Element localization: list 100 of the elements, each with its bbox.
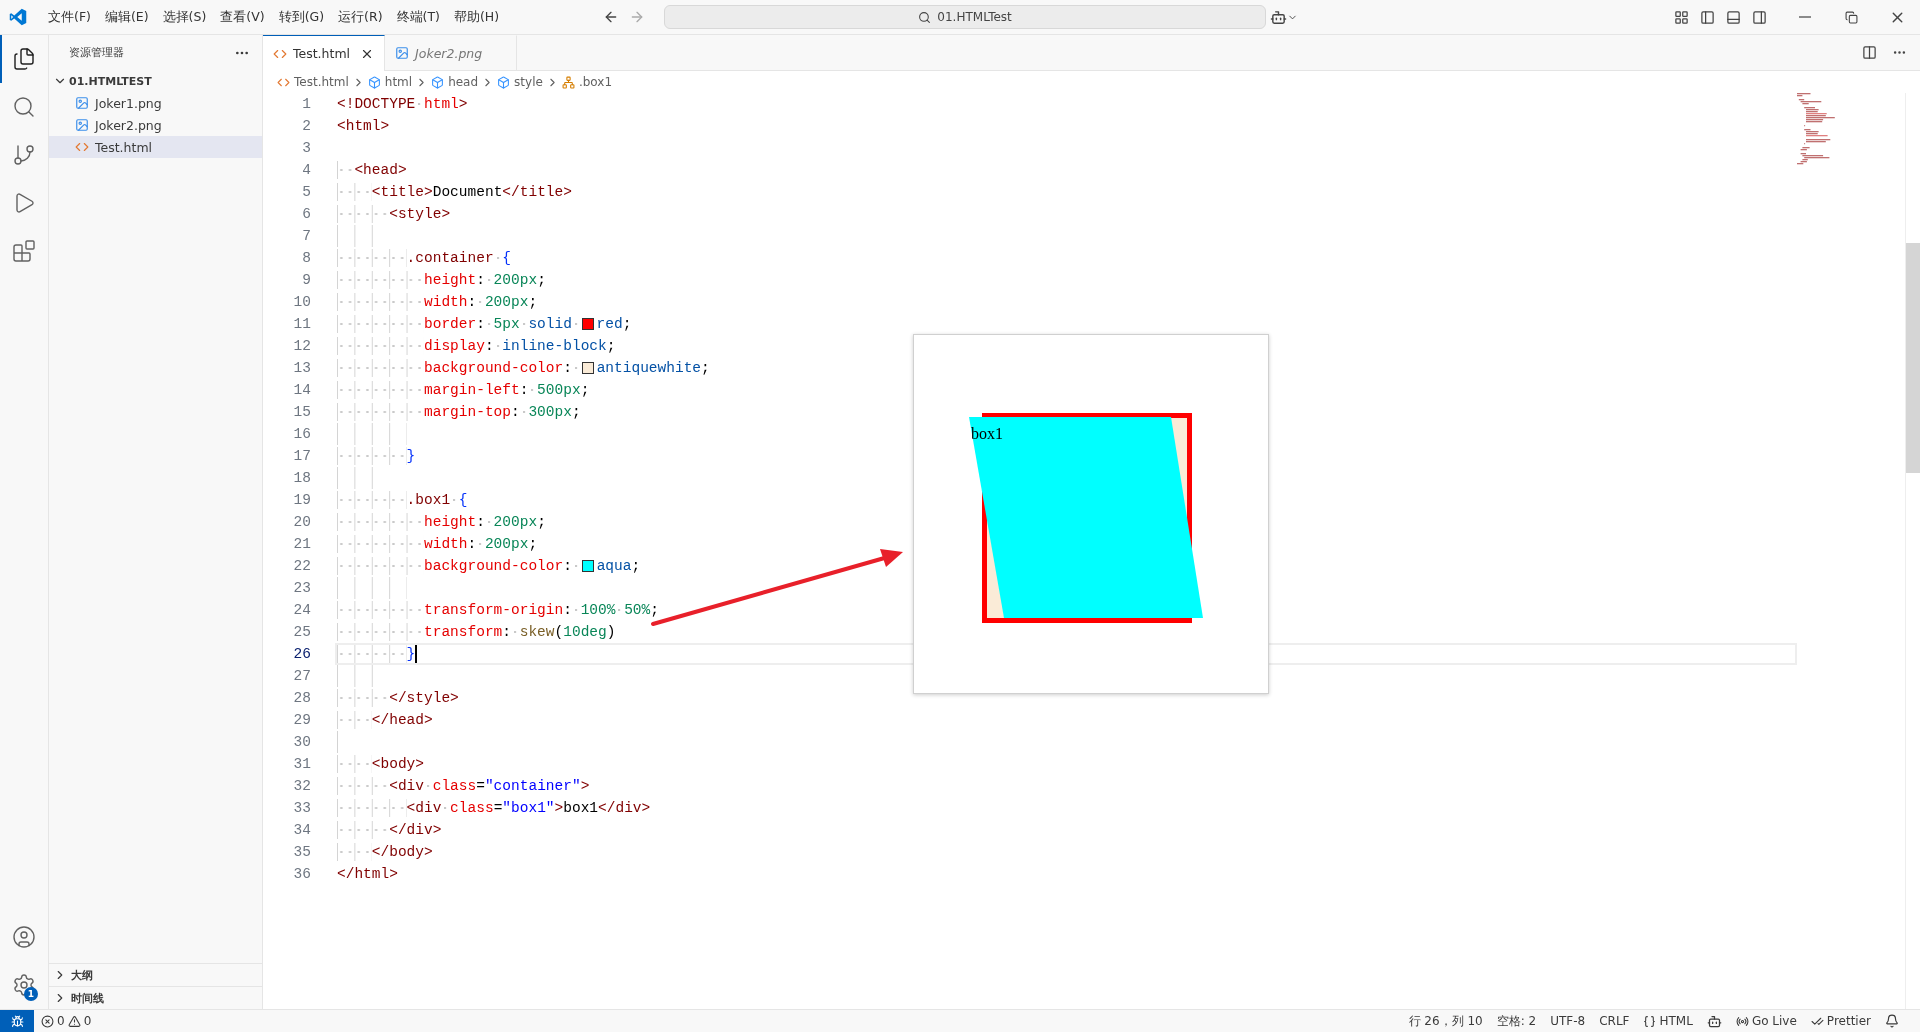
cube-icon [367,75,381,89]
braces-icon [1643,1014,1657,1028]
language-mode[interactable]: HTML [1636,1010,1700,1032]
error-icon [41,1014,54,1028]
menu-item[interactable]: 转到(G) [271,8,332,26]
code-text: </head> [337,711,433,729]
command-center[interactable]: 01.HTMLTest [664,5,1267,29]
color-swatch[interactable] [581,560,594,572]
menu-item[interactable]: 编辑(E) [97,8,156,26]
status-item[interactable]: CRLF [1592,1010,1637,1032]
section-title: 大纲 [71,967,93,983]
line-number: 7 [302,227,311,246]
line-number: 4 [302,161,311,180]
breadcrumb-item[interactable]: html [367,75,413,89]
code-text: .box1 { [337,491,468,509]
code-text: <style> [337,205,451,223]
notification-badge: 1 [24,987,38,1001]
code-text: <div class="container"> [337,777,590,795]
code-text: <div class="box1">box1</div> [337,799,651,817]
code-text: <html> [337,117,390,135]
panel-right-icon [1751,9,1767,25]
code-text: <title>Document</title> [337,183,572,201]
line-number: 36 [293,865,311,884]
line-number: 26 [293,645,311,664]
breadcrumb-item[interactable]: .box1 [561,75,612,89]
cube-icon [497,75,511,89]
broadcast-icon [1735,1014,1749,1028]
line-number: 14 [293,381,311,400]
panel-left-icon [1699,9,1715,25]
code-text: height: 200px; [337,271,546,289]
breadcrumb-item[interactable]: Test.html [277,75,349,89]
sidebar-title: 资源管理器 [69,45,124,60]
branch-icon [12,143,36,167]
folder-item[interactable]: 01.HTMLTEST [49,70,262,92]
tab-label: Test.html [293,46,352,61]
line-number: 17 [293,447,311,466]
folder-name: 01.HTMLTEST [69,74,152,88]
prettier-button[interactable]: Prettier [1803,1010,1878,1032]
file-name: Joker1.png [95,95,162,111]
tab-label: Joker2.png [415,45,484,61]
color-swatch[interactable] [581,362,594,374]
file-name: Test.html [95,139,153,155]
section-header[interactable]: 大纲 [49,963,262,986]
menu-item[interactable]: 选择(S) [155,8,214,26]
robot-icon [1270,8,1288,26]
line-number: 30 [293,733,311,752]
breadcrumb-item[interactable]: head [431,75,479,89]
line-number: 8 [302,249,311,268]
search-icon [918,10,932,24]
color-swatch[interactable] [581,318,594,330]
image-file-icon [75,118,89,132]
menu-item[interactable]: 帮助(H) [446,8,507,26]
breadcrumb-item[interactable]: style [497,75,543,89]
code-text: .container { [337,249,511,267]
menu-item[interactable]: 终端(T) [389,8,447,26]
code-text: background-color: [337,359,581,377]
code-text: <!DOCTYPE html> [337,95,468,113]
line-number: 5 [302,183,311,202]
file-item[interactable]: Joker1.png [49,92,262,114]
minimize-icon [1799,16,1811,18]
remote-button[interactable] [0,1010,34,1032]
status-item[interactable]: UTF-8 [1543,1010,1593,1032]
workspace-name: 01.HTMLTest [937,10,1012,24]
scrollbar-thumb[interactable] [1906,243,1920,473]
file-item[interactable]: Joker2.png [49,114,262,136]
line-number: 28 [293,689,311,708]
split-icon [1861,45,1877,60]
line-number: 34 [293,821,311,840]
extensions-icon [12,239,36,263]
code-text: display: inline-block; [337,337,616,355]
code-text: } [337,447,416,465]
settings-icon [12,973,36,997]
status-item[interactable]: 行 26，列 10 [1401,1010,1490,1032]
editor-tab[interactable]: Test.html [263,35,386,71]
line-number: 10 [293,293,311,312]
line-number: 23 [293,579,311,598]
line-number: 1 [302,95,311,114]
image-file-icon [395,46,410,60]
menu-item[interactable]: 运行(R) [331,8,390,26]
line-number: 25 [293,623,311,642]
line-number: 6 [302,205,311,224]
account-icon [12,925,36,949]
status-item[interactable]: 空格: 2 [1489,1010,1544,1032]
activity-item[interactable]: 1 [0,961,48,1009]
line-number: 9 [302,271,311,290]
go-live-button[interactable]: Go Live [1728,1010,1804,1032]
line-number: 19 [293,491,311,510]
code-text: width: 200px; [337,535,538,553]
line-number: 12 [293,337,311,356]
code-text: margin-left: 500px; [337,381,590,399]
problems-button[interactable]: 0 0 [34,1010,99,1032]
code-text: </body> [337,843,433,861]
menu-item[interactable]: 查看(V) [213,8,272,26]
code-text: antiquewhite; [596,359,710,377]
code-text: </html> [337,865,398,883]
file-item[interactable]: Test.html [49,136,262,158]
line-number: 13 [293,359,311,378]
cube-icon [431,75,445,89]
code-text: } [337,645,416,663]
menu-item[interactable]: 文件(F) [41,8,98,26]
